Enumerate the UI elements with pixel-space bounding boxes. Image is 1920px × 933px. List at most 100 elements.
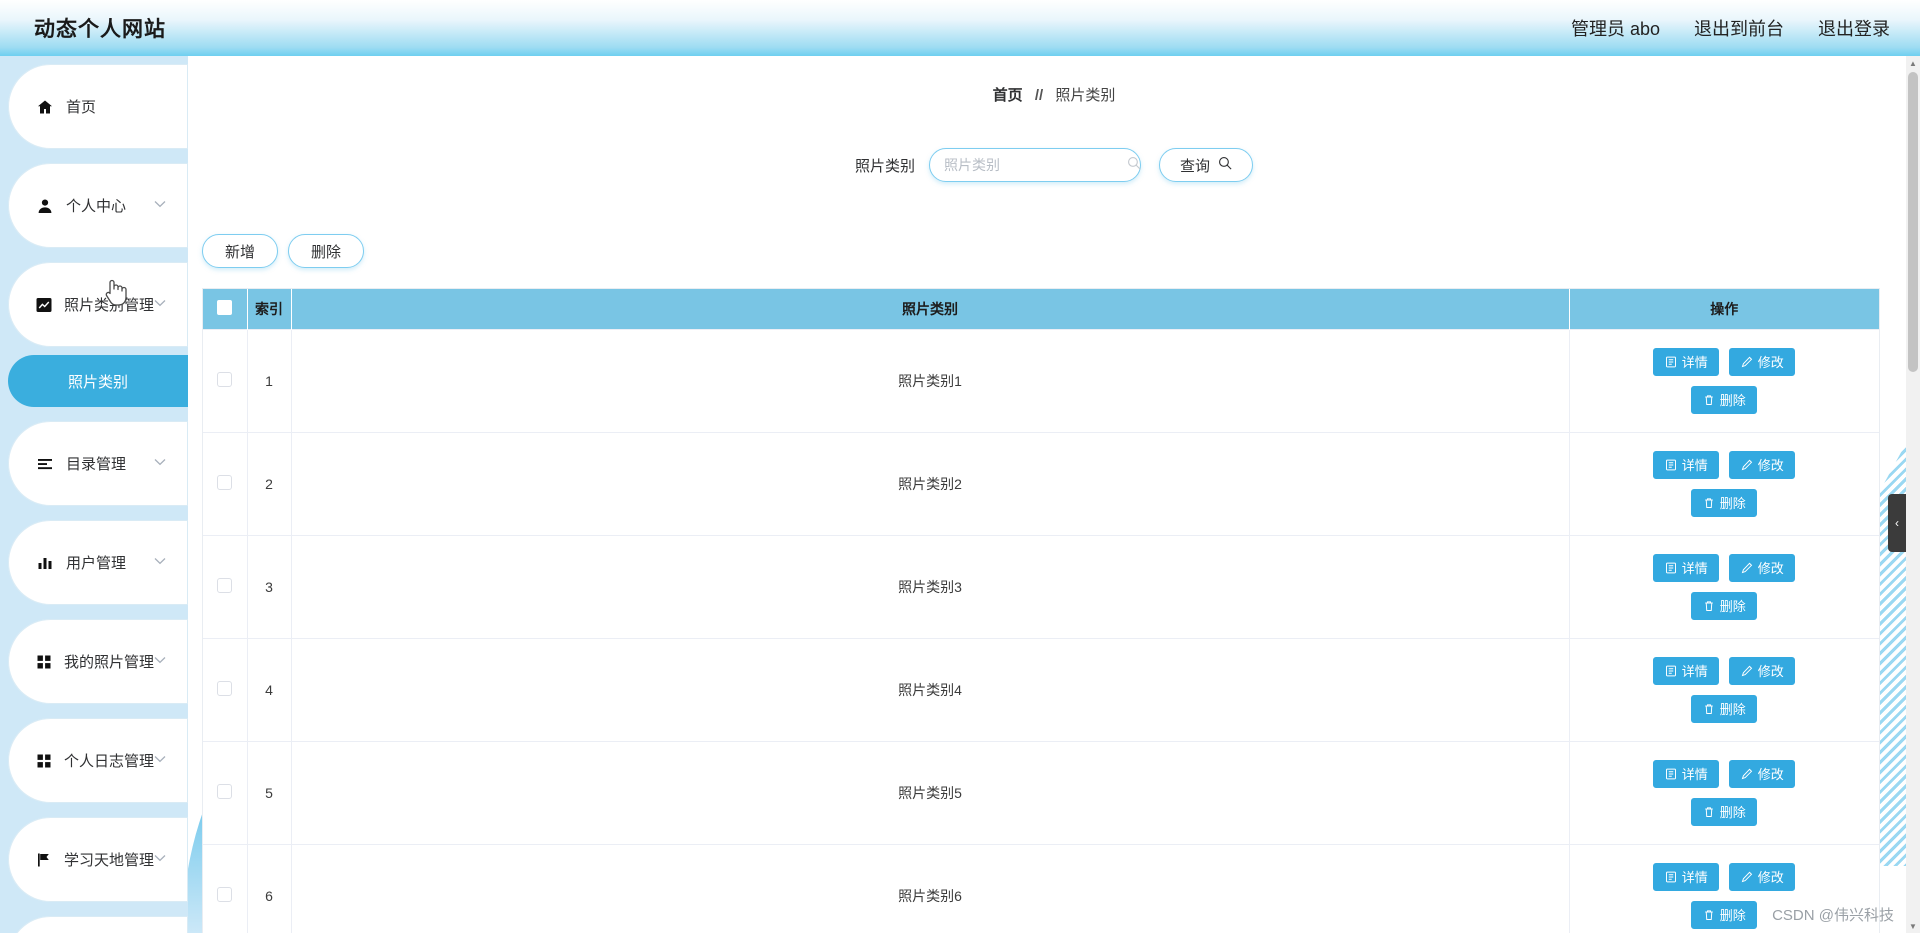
row-delete-button[interactable]: 删除 <box>1691 591 1758 620</box>
add-button[interactable]: 新增 <box>202 234 279 268</box>
pencil-icon <box>1741 665 1753 677</box>
row-detail-button[interactable]: 详情 <box>1653 656 1720 685</box>
row-ops-cell: 详情 修改删除 <box>1569 534 1879 638</box>
scroll-down-arrow[interactable]: ▼ <box>1906 919 1920 933</box>
row-edit-button[interactable]: 修改 <box>1729 862 1796 891</box>
breadcrumb-separator: // <box>1034 87 1044 104</box>
sidebar-label-catalog-mgmt: 目录管理 <box>66 456 127 473</box>
site-brand: 动态个人网站 <box>34 18 166 41</box>
row-checkbox[interactable] <box>217 577 233 593</box>
row-index-cell: 2 <box>247 431 292 535</box>
row-name-cell: 照片类别5 <box>291 740 1570 844</box>
search-icon <box>1218 156 1232 174</box>
trash-icon <box>1703 909 1715 921</box>
chart-line-icon <box>32 297 56 313</box>
sidebar-item-forum[interactable]: 交流论坛 <box>8 916 188 933</box>
row-ops-cell: 详情 修改删除 <box>1569 740 1879 844</box>
document-icon <box>1665 562 1677 574</box>
sidebar-item-user-mgmt[interactable]: 用户管理 <box>8 520 188 605</box>
breadcrumb-root[interactable]: 首页 <box>993 87 1023 104</box>
grid-icon <box>32 654 56 670</box>
sidebar-item-personal-log-mgmt[interactable]: 个人日志管理 <box>8 718 188 803</box>
row-edit-label: 修改 <box>1757 870 1784 886</box>
row-delete-button[interactable]: 删除 <box>1691 797 1758 826</box>
sidebar-label-photo-category-mgmt: 照片类别管理 <box>63 297 154 314</box>
row-name-cell: 照片类别3 <box>291 534 1570 638</box>
sidebar-item-photo-category-mgmt[interactable]: 照片类别管理 <box>8 262 188 347</box>
row-delete-button[interactable]: 删除 <box>1691 488 1758 517</box>
toolbar: 新增 删除 <box>202 234 365 268</box>
header-link-admin-user[interactable]: 管理员 abo <box>1571 15 1660 41</box>
grid-icon <box>32 753 56 769</box>
row-detail-button[interactable]: 详情 <box>1653 553 1720 582</box>
top-header: 动态个人网站 管理员 abo 退出到前台 退出登录 <box>0 0 1920 56</box>
delete-button[interactable]: 删除 <box>288 234 365 268</box>
row-detail-label: 详情 <box>1681 355 1708 370</box>
page-scrollbar-thumb[interactable] <box>1908 72 1918 372</box>
row-delete-button[interactable]: 删除 <box>1691 694 1758 723</box>
header-link-logout[interactable]: 退出登录 <box>1818 15 1890 41</box>
table-row: 4 照片类别4 详情 修改 删除 <box>203 637 1879 741</box>
search-bar: 照片类别 查询 <box>188 148 1920 182</box>
sidebar-item-personal-center[interactable]: 个人中心 <box>8 163 188 248</box>
trash-icon <box>1703 806 1715 818</box>
sidebar-subitem-photo-category[interactable]: 照片类别 <box>8 355 188 407</box>
row-ops-second-line: 删除 <box>1579 694 1871 723</box>
scroll-up-arrow[interactable]: ▲ <box>1906 56 1920 70</box>
row-edit-button[interactable]: 修改 <box>1729 656 1796 685</box>
row-index-cell: 5 <box>247 740 292 844</box>
sidebar-item-my-photos-mgmt[interactable]: 我的照片管理 <box>8 619 188 704</box>
row-delete-button[interactable]: 删除 <box>1691 385 1758 414</box>
row-detail-button[interactable]: 详情 <box>1653 347 1720 376</box>
row-ops: 详情 修改删除 <box>1571 553 1879 620</box>
table-header-ops: 操作 <box>1569 289 1879 329</box>
row-edit-button[interactable]: 修改 <box>1729 450 1796 479</box>
row-checkbox-cell <box>203 637 248 741</box>
trash-icon <box>1703 497 1715 509</box>
sidebar-item-home[interactable]: 首页 <box>8 64 188 149</box>
sidebar-item-catalog-mgmt[interactable]: 目录管理 <box>8 421 188 506</box>
chevron-down-icon <box>154 656 166 667</box>
page-scrollbar[interactable]: ▲ ▼ <box>1906 56 1920 933</box>
table-row: 3 照片类别3 详情 修改 删除 <box>203 534 1879 638</box>
search-submit-button[interactable]: 查询 <box>1159 148 1254 182</box>
row-detail-button[interactable]: 详情 <box>1653 759 1720 788</box>
search-input-wrapper[interactable] <box>929 148 1141 182</box>
data-table: 索引 照片类别 操作 1 照片类别1 详情 修改 删除 2 照片类别2 详情 修改 删除 3 照片类别… <box>203 289 1879 933</box>
row-checkbox[interactable] <box>217 886 233 902</box>
row-edit-button[interactable]: 修改 <box>1729 347 1796 376</box>
chevron-down-icon <box>154 299 166 310</box>
breadcrumb-current: 照片类别 <box>1055 87 1116 104</box>
row-detail-button[interactable]: 详情 <box>1653 862 1720 891</box>
row-edit-label: 修改 <box>1757 664 1784 679</box>
table-row: 5 照片类别5 详情 修改删除 <box>203 740 1879 844</box>
search-button-label: 查询 <box>1180 157 1211 175</box>
row-checkbox-cell <box>203 740 248 844</box>
sidebar-item-study-mgmt[interactable]: 学习天地管理 <box>8 817 188 902</box>
search-input[interactable] <box>942 156 1127 174</box>
row-edit-label: 修改 <box>1757 561 1784 576</box>
row-detail-label: 详情 <box>1681 458 1708 473</box>
row-delete-button[interactable]: 删除 <box>1691 900 1758 929</box>
header-link-exit-to-frontend[interactable]: 退出到前台 <box>1694 15 1784 41</box>
row-checkbox[interactable] <box>217 680 233 696</box>
row-edit-button[interactable]: 修改 <box>1729 759 1796 788</box>
row-detail-label: 详情 <box>1681 767 1708 782</box>
row-edit-button[interactable]: 修改 <box>1729 553 1796 582</box>
sidebar-label-personal-log-mgmt: 个人日志管理 <box>63 753 154 770</box>
row-index-cell: 6 <box>247 843 292 933</box>
row-checkbox[interactable] <box>217 371 233 387</box>
row-detail-button[interactable]: 详情 <box>1653 450 1720 479</box>
row-delete-label: 删除 <box>1719 496 1746 511</box>
select-all-checkbox[interactable] <box>217 299 233 315</box>
home-icon <box>32 99 58 115</box>
row-checkbox[interactable] <box>217 783 233 799</box>
table-header-index: 索引 <box>247 289 292 329</box>
search-icon <box>1127 156 1141 175</box>
trash-icon <box>1703 703 1715 715</box>
row-checkbox-cell <box>203 534 248 638</box>
table-header-row: 索引 照片类别 操作 <box>203 289 1879 329</box>
row-checkbox[interactable] <box>217 474 233 490</box>
sidebar-collapse-handle[interactable]: ‹ <box>1888 494 1906 552</box>
